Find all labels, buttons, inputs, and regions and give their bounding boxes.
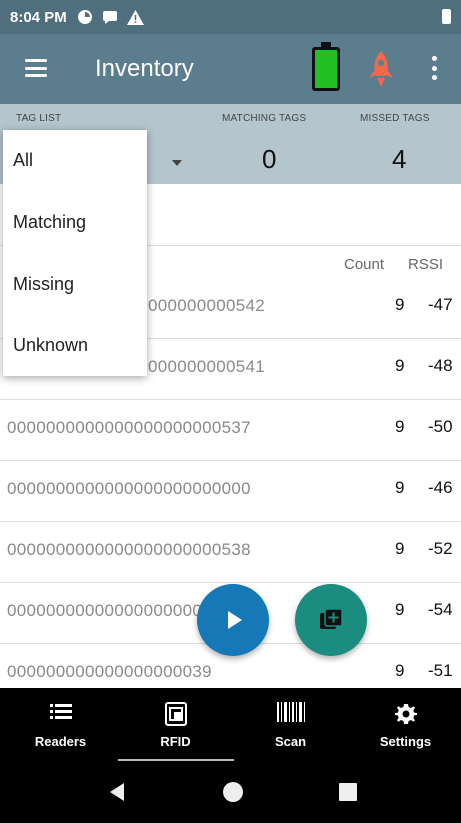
tag-id: 000000000541	[148, 357, 266, 376]
nav-label: RFID	[160, 734, 191, 749]
list-icon	[49, 704, 72, 719]
nav-settings[interactable]: Settings	[348, 688, 461, 762]
rocket-icon[interactable]	[366, 50, 396, 88]
dropdown-option-unknown[interactable]: Unknown	[13, 335, 88, 356]
system-nav-bar	[0, 762, 461, 823]
tag-rssi: -47	[428, 295, 453, 314]
tag-count: 9	[395, 356, 405, 375]
tag-id: 000000000000000000039	[7, 662, 212, 681]
table-row[interactable]: 0000000000000000000000000 9 -46	[0, 461, 461, 522]
tag-rssi: -54	[428, 600, 453, 619]
missed-tags-value: 4	[392, 144, 407, 174]
warning-icon	[126, 9, 144, 25]
back-icon[interactable]	[110, 783, 124, 801]
missed-tags-label: MISSED TAGS	[360, 113, 430, 124]
tag-count: 9	[395, 539, 405, 558]
status-bar: 8:04 PM	[0, 0, 461, 34]
tag-count: 9	[395, 661, 405, 680]
battery-status-icon	[442, 9, 451, 24]
chevron-down-icon[interactable]	[172, 160, 182, 166]
tag-rssi: -52	[428, 539, 453, 558]
tag-count: 9	[395, 295, 405, 314]
tag-list-label: TAG LIST	[16, 113, 62, 124]
message-icon	[102, 10, 118, 24]
nav-label: Scan	[274, 734, 307, 749]
dropdown-option-matching[interactable]: Matching	[13, 212, 86, 233]
tag-id: 0000000000000000000000000	[7, 479, 251, 498]
status-time: 8:04 PM	[10, 8, 67, 26]
tag-count: 9	[395, 478, 405, 497]
tag-id: 000000000542	[148, 296, 266, 315]
gear-icon	[394, 704, 417, 724]
table-row[interactable]: 0000000000000000000000537 9 -50	[0, 400, 461, 461]
tag-rssi: -46	[428, 478, 453, 497]
matching-tags-value: 0	[262, 144, 277, 174]
dropdown-option-missing[interactable]: Missing	[13, 274, 74, 295]
rssi-header: RSSI	[408, 256, 444, 273]
play-icon	[228, 611, 242, 629]
nav-label: Settings	[379, 734, 432, 749]
barcode-icon	[276, 702, 305, 722]
add-tag-button[interactable]	[295, 584, 367, 656]
dropdown-option-all[interactable]: All	[13, 150, 33, 171]
bottom-nav: Readers RFID Scan Settings	[0, 688, 461, 762]
tag-id: 0000000000000000000000537	[7, 418, 251, 437]
tag-rssi: -50	[428, 417, 453, 436]
tag-count: 9	[395, 600, 405, 619]
tag-id: 0000000000000000000000538	[7, 540, 251, 559]
page-title: Inventory	[95, 55, 194, 82]
count-header: Count	[344, 256, 385, 273]
nav-label: Readers	[34, 734, 87, 749]
tag-list-dropdown: All Matching Missing Unknown	[3, 130, 147, 376]
home-icon[interactable]	[223, 782, 243, 802]
tag-rssi: -51	[428, 661, 453, 680]
tag-rssi: -48	[428, 356, 453, 375]
matching-tags-label: MATCHING TAGS	[222, 113, 307, 124]
overflow-menu-icon[interactable]	[430, 56, 438, 80]
nav-rfid[interactable]: RFID	[118, 688, 233, 762]
nav-readers[interactable]: Readers	[3, 688, 118, 762]
data-saver-icon	[77, 9, 93, 25]
tag-count: 9	[395, 417, 405, 436]
add-to-queue-icon	[320, 608, 343, 629]
app-bar: Inventory	[0, 34, 461, 104]
menu-icon[interactable]	[25, 59, 47, 77]
recent-apps-icon[interactable]	[339, 783, 357, 801]
rfid-icon	[164, 702, 187, 726]
start-inventory-button[interactable]	[197, 584, 269, 656]
battery-icon[interactable]	[312, 42, 340, 91]
nav-scan[interactable]: Scan	[233, 688, 348, 762]
nav-selected-indicator	[118, 759, 234, 761]
table-row[interactable]: 0000000000000000000000538 9 -52	[0, 522, 461, 583]
